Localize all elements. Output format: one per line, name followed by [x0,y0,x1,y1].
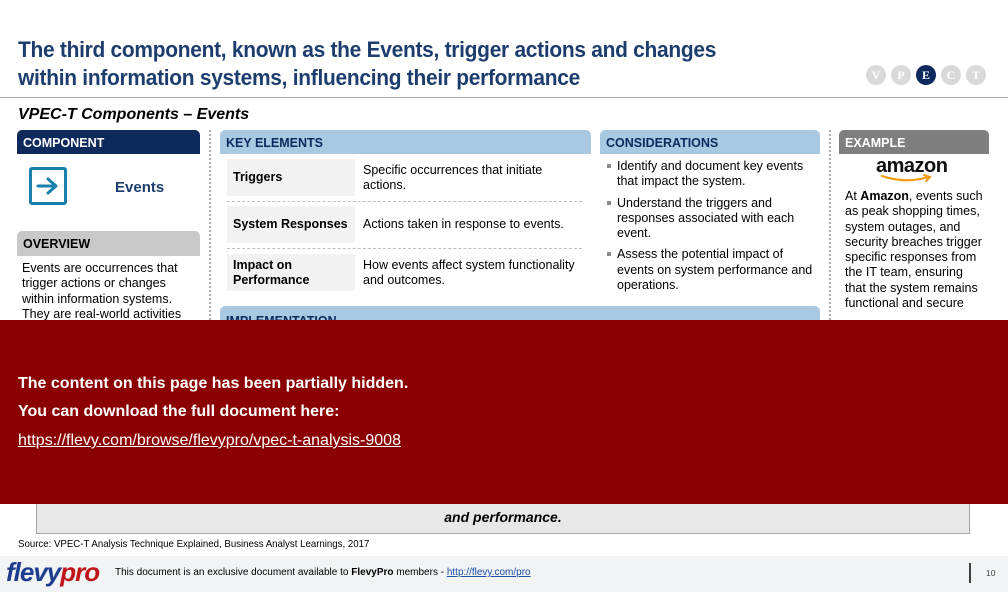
logo-part-pro: pro [60,557,100,587]
flevypro-logo: flevypro [6,557,100,588]
footer: flevypro This document is an exclusive d… [0,556,1008,592]
key-element-desc: How events affect system functionality a… [363,257,575,287]
consideration-item: Identify and document key events that im… [606,159,818,190]
example-text: At Amazon, events such as peak shopping … [845,189,985,311]
title-divider [0,97,1008,98]
footer-text-suffix: members - [393,567,447,578]
component-label: Events [115,179,165,196]
footer-text-prefix: This document is an exclusive document a… [115,567,352,578]
amazon-smile-icon [880,174,932,182]
key-elements-header: KEY ELEMENTS [220,130,591,154]
page-number: 10 [986,568,996,578]
column-divider [829,130,831,320]
considerations-list: Identify and document key events that im… [606,159,818,299]
overlay-message-2: You can download the full document here: [18,403,340,420]
column-divider [209,130,211,320]
key-element-desc: Specific occurrences that initiate actio… [363,162,543,192]
key-element-name: Triggers [227,159,355,196]
section-subtitle: VPEC-T Components – Events [18,106,250,123]
key-element-desc: Actions taken in response to events. [363,217,564,231]
nav-dot-p[interactable]: P [891,65,911,85]
nav-dot-c[interactable]: C [941,65,961,85]
source-note: Source: VPEC-T Analysis Technique Explai… [18,538,370,550]
key-element-row: System Responses Actions taken in respon… [227,206,582,243]
page-title: The third component, known as the Events… [18,37,717,90]
key-element-row: Triggers Specific occurrences that initi… [227,159,582,196]
example-text-body: , events such as peak shopping times, sy… [845,189,983,311]
amazon-logo: amazon [876,156,950,186]
component-header: COMPONENT [17,130,200,154]
key-element-row: Impact on Performance How events affect … [227,254,582,291]
overview-header: OVERVIEW [17,231,200,256]
nav-dot-e[interactable]: E [916,65,936,85]
example-header: EXAMPLE [839,130,989,154]
arrow-right-square-icon [29,167,67,205]
overlay-message: The content on this page has been partia… [18,375,409,392]
footer-divider [969,563,971,583]
row-divider [227,248,582,249]
nav-dot-t[interactable]: T [966,65,986,85]
key-element-name: System Responses [227,206,355,243]
amazon-logo-text: amazon [876,155,948,177]
example-company: Amazon [860,189,909,203]
vpect-nav: V P E C T [866,65,986,85]
logo-part-flevy: flevy [6,557,61,587]
hidden-content-overlay: The content on this page has been partia… [0,320,1008,504]
example-text-prefix: At [845,189,861,203]
footer-brand: FlevyPro [351,567,394,578]
overview-text: Events are occurrences that trigger acti… [22,261,182,321]
consideration-item: Assess the potential impact of events on… [606,247,818,293]
row-divider [227,201,582,202]
footer-link[interactable]: http://flevy.com/pro [447,567,531,578]
footer-text: This document is an exclusive document a… [115,567,531,578]
considerations-header: CONSIDERATIONS [600,130,820,154]
nav-dot-v[interactable]: V [866,65,886,85]
key-element-name: Impact on Performance [227,254,355,291]
download-link[interactable]: https://flevy.com/browse/flevypro/vpec-t… [18,432,401,450]
consideration-item: Understand the triggers and responses as… [606,196,818,242]
